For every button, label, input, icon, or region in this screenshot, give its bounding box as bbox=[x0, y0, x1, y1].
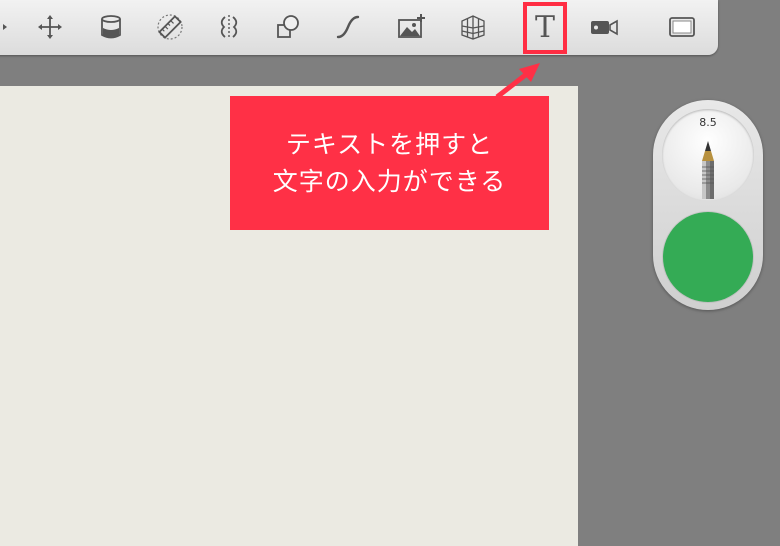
ruler-tool[interactable] bbox=[149, 6, 191, 48]
shape-tool[interactable] bbox=[267, 6, 309, 48]
perspective-tool[interactable] bbox=[452, 6, 494, 48]
text-tool[interactable]: T bbox=[523, 2, 567, 54]
curve-tool[interactable] bbox=[327, 6, 369, 48]
previous-tool-partial-icon[interactable] bbox=[0, 6, 26, 48]
symmetry-tool[interactable] bbox=[208, 6, 250, 48]
fullscreen-tool[interactable] bbox=[661, 6, 703, 48]
image-tool[interactable] bbox=[390, 6, 432, 48]
video-camera-icon bbox=[591, 19, 618, 36]
transform-tool[interactable] bbox=[29, 6, 71, 48]
record-tool[interactable] bbox=[583, 6, 625, 48]
brush-size-label: 8.5 bbox=[699, 116, 717, 129]
text-icon: T bbox=[534, 10, 555, 45]
paint-bucket-icon bbox=[101, 15, 121, 39]
perspective-grid-icon bbox=[461, 15, 485, 40]
add-image-icon bbox=[398, 14, 425, 38]
brush-color-palette: 8.5 bbox=[653, 100, 763, 310]
fill-tool[interactable] bbox=[90, 6, 132, 48]
shapes-icon bbox=[277, 15, 299, 38]
ruler-icon bbox=[157, 14, 183, 40]
callout-line-1: テキストを押すと bbox=[285, 130, 494, 159]
toolbar: T bbox=[0, 0, 718, 55]
pencil-icon bbox=[702, 141, 714, 199]
callout-line-2: 文字の入力ができる bbox=[272, 167, 507, 196]
symmetry-icon bbox=[220, 15, 238, 39]
move-arrows-icon bbox=[38, 15, 62, 39]
brush-selector[interactable]: 8.5 bbox=[662, 109, 754, 201]
curve-icon bbox=[336, 15, 360, 39]
fullscreen-icon bbox=[669, 17, 695, 37]
current-color-swatch[interactable] bbox=[663, 212, 753, 302]
instruction-callout: テキストを押すと 文字の入力ができる bbox=[230, 96, 549, 230]
